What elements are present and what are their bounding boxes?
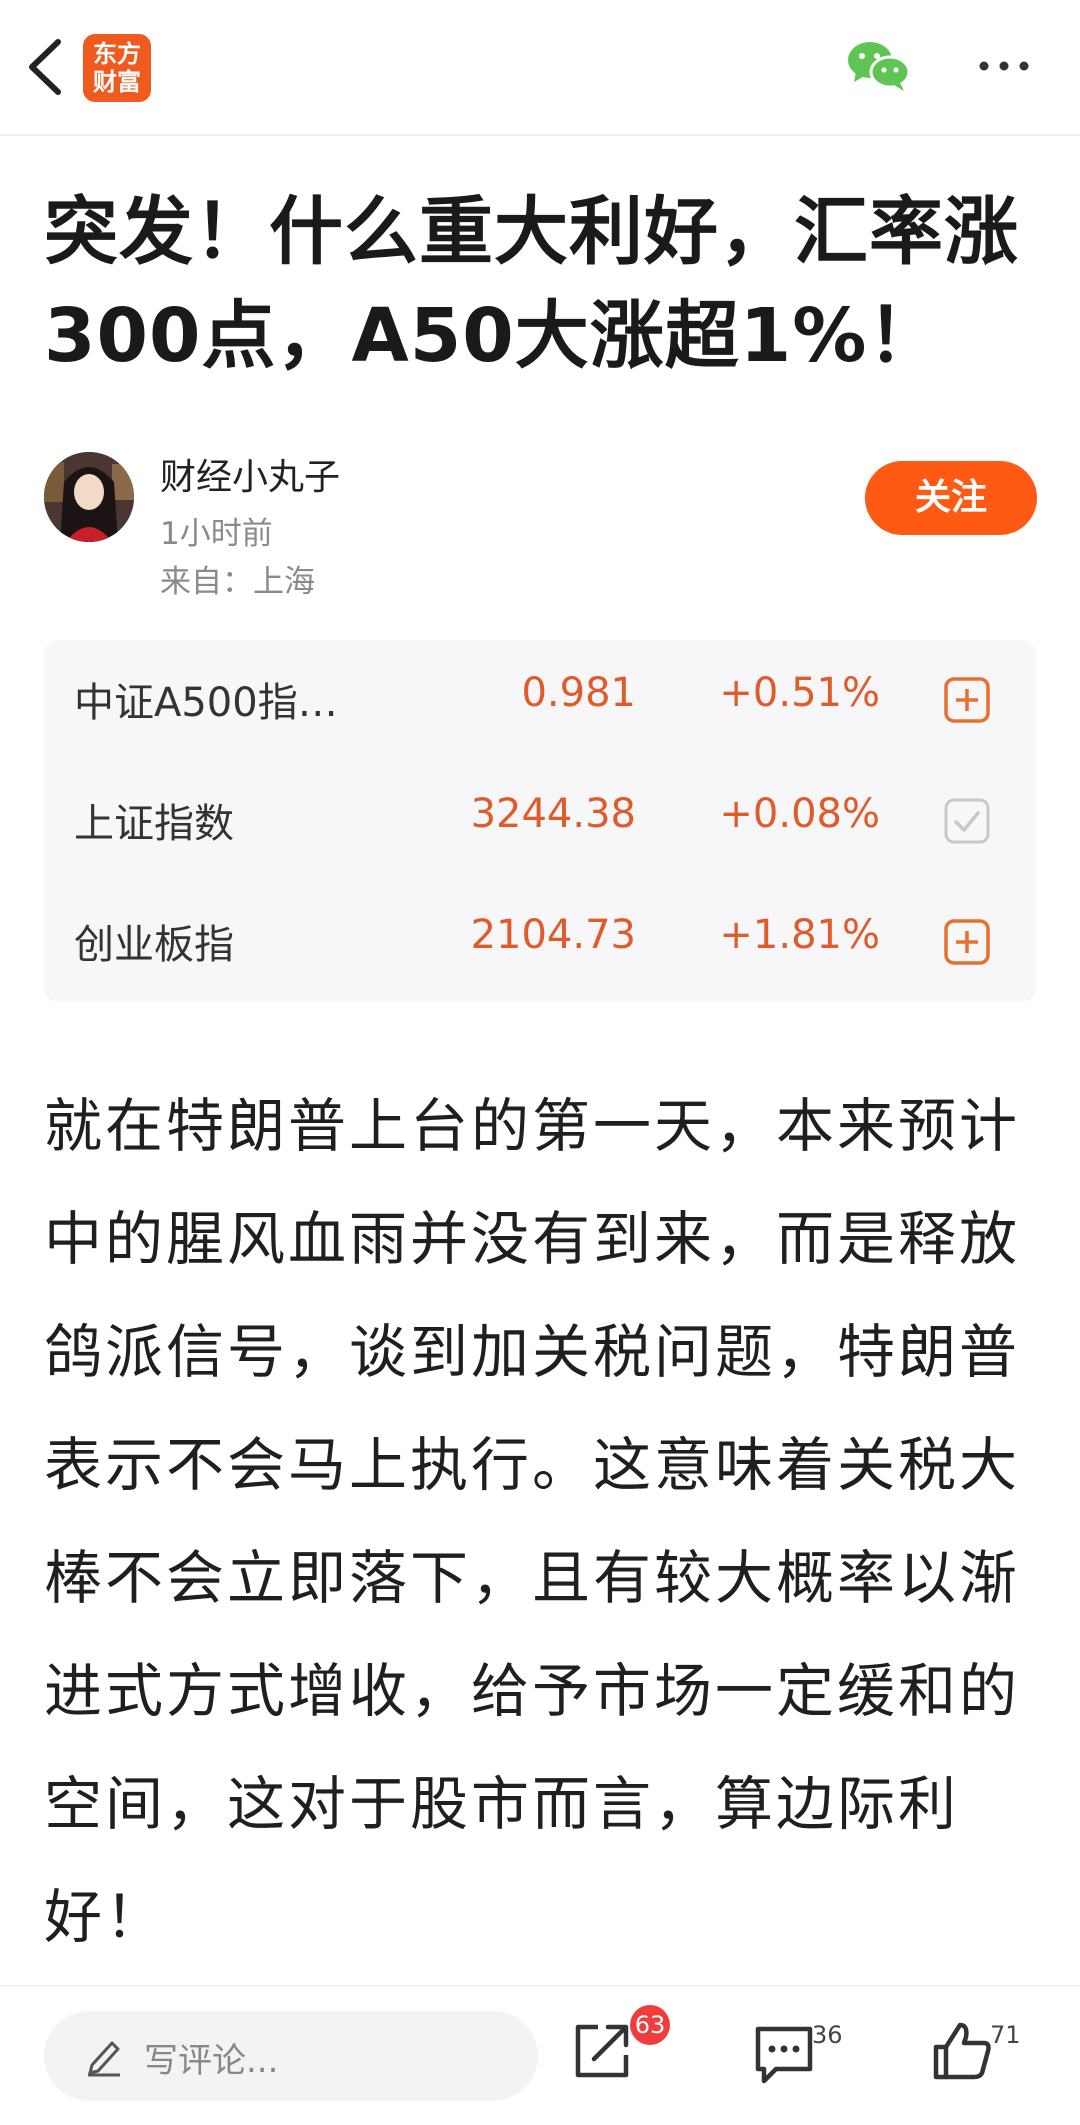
stock-row[interactable]: 创业板指 2104.73 +1.81% <box>44 882 1036 1002</box>
stock-change: +0.51% <box>719 670 880 716</box>
stock-price: 2104.73 <box>470 912 636 958</box>
stock-row[interactable]: 上证指数 3244.38 +0.08% <box>44 761 1036 881</box>
back-arrow-icon[interactable] <box>22 36 72 98</box>
app-logo: 东方 财富 <box>83 34 151 102</box>
top-bar: 东方 财富 <box>0 0 1080 136</box>
stock-price: 3244.38 <box>470 791 636 837</box>
bottom-action-bar: 写评论... 63 36 71 <box>0 1985 1080 2125</box>
stock-name: 中证A500指… <box>74 680 338 726</box>
stock-name: 创业板指 <box>74 922 234 968</box>
pen-icon <box>88 2041 120 2077</box>
add-icon[interactable] <box>944 677 990 723</box>
publish-origin: 来自：上海 <box>160 564 315 600</box>
wechat-share-icon[interactable] <box>846 38 912 94</box>
like-count: 71 <box>990 2021 1021 2049</box>
stock-price: 0.981 <box>521 670 636 716</box>
check-icon[interactable] <box>944 798 990 844</box>
stock-name: 上证指数 <box>74 801 234 847</box>
author-name[interactable]: 财经小丸子 <box>160 448 340 500</box>
author-avatar[interactable] <box>44 452 134 542</box>
article-title: 突发！什么重大利好，汇率涨300点，A50大涨超1%！ <box>44 189 1019 379</box>
related-stocks-panel: 中证A500指… 0.981 +0.51% 上证指数 3244.38 +0.08… <box>44 640 1036 1002</box>
avatar-image <box>44 452 134 542</box>
article-body: 就在特朗普上台的第一天，本来预计中的腥风血雨并没有到来，而是释放鸽派信号，谈到加… <box>44 1092 1021 1951</box>
publish-time: 1小时前 <box>160 516 273 552</box>
more-options-icon[interactable] <box>978 56 1030 76</box>
stock-change: +1.81% <box>719 912 880 958</box>
add-icon[interactable] <box>944 919 990 965</box>
comment-count: 36 <box>812 2021 843 2049</box>
like-icon[interactable] <box>930 2019 994 2083</box>
share-icon[interactable] <box>570 2019 634 2083</box>
comment-placeholder: 写评论... <box>144 2041 279 2081</box>
comment-icon[interactable] <box>752 2023 816 2087</box>
stock-row[interactable]: 中证A500指… 0.981 +0.51% <box>44 640 1036 760</box>
logo-line-2: 财富 <box>93 68 141 96</box>
logo-line-1: 东方 <box>93 40 141 68</box>
stock-change: +0.08% <box>719 791 880 837</box>
follow-button[interactable]: 关注 <box>865 461 1037 535</box>
comment-input[interactable]: 写评论... <box>44 2011 538 2101</box>
share-count-badge: 63 <box>630 2005 670 2045</box>
